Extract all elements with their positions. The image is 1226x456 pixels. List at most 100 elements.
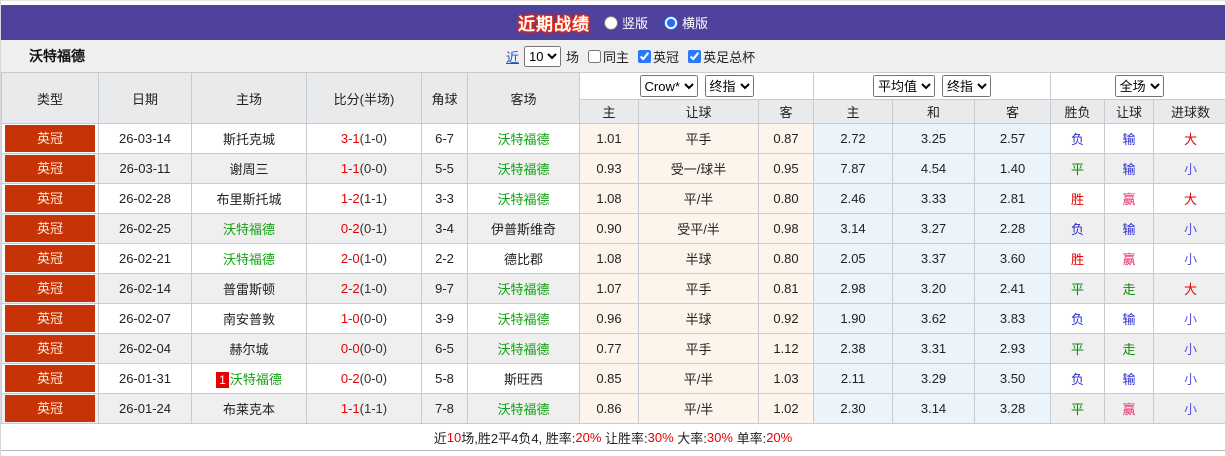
away-team[interactable]: 德比郡 (504, 252, 543, 267)
home-team[interactable]: 沃特福德 (223, 252, 275, 267)
avg-away-odds: 2.57 (974, 123, 1052, 154)
crow-away-odds: 0.95 (757, 153, 815, 184)
away-team[interactable]: 沃特福德 (497, 162, 549, 177)
home-team[interactable]: 沃特福德 (230, 372, 282, 387)
result-handicap-cell: 输 (1104, 153, 1155, 184)
cup-checkbox[interactable] (688, 49, 702, 63)
result-scope-group: 全场 (1050, 72, 1225, 100)
league-badge[interactable]: 英冠 (5, 395, 95, 422)
league-badge[interactable]: 英冠 (5, 215, 95, 242)
avg-away-odds: 3.83 (974, 303, 1052, 334)
header-home: 主场 (191, 72, 307, 124)
league-badge[interactable]: 英冠 (5, 365, 95, 392)
result-wdl-cell: 胜 (1050, 243, 1106, 274)
crow-home-odds: 1.08 (579, 243, 639, 274)
cup-checkbox-label[interactable]: 英足总杯 (682, 47, 755, 66)
header-corners: 角球 (421, 72, 468, 124)
league-cell: 英冠 (1, 303, 99, 334)
league-badge[interactable]: 英冠 (5, 275, 95, 302)
home-team-cell: 斯托克城 (191, 123, 307, 154)
match-score: 0-2(0-1) (306, 213, 422, 244)
table-row: 英冠 26-02-04 赫尔城 0-0(0-0) 6-5 沃特福德 0.77 平… (1, 333, 1225, 364)
home-team[interactable]: 南安普敦 (223, 312, 275, 327)
crow-home-odds: 1.07 (579, 273, 639, 304)
horizontal-radio-icon[interactable] (664, 15, 678, 30)
crow-away-odds: 0.80 (757, 243, 815, 274)
home-team[interactable]: 沃特福德 (223, 222, 275, 237)
match-score: 3-1(1-0) (306, 123, 422, 154)
average-select[interactable]: 平均值 (873, 75, 936, 97)
away-team[interactable]: 斯旺西 (504, 372, 543, 387)
away-team[interactable]: 伊普斯维奇 (491, 222, 556, 237)
league-checkbox-label[interactable]: 英冠 (632, 47, 679, 66)
summary-segment: 让胜率: (601, 430, 648, 446)
avg-home-odds: 2.05 (813, 243, 894, 274)
away-team[interactable]: 沃特福德 (497, 342, 549, 357)
result-handicap-cell: 赢 (1104, 393, 1155, 424)
result-goals-cell: 小 (1153, 393, 1225, 424)
halftime-score: (0-0) (359, 371, 388, 386)
result-wdl: 平 (1071, 282, 1085, 297)
subheader-crow-handicap: 让球 (638, 99, 759, 124)
team-bar: 沃特福德 近 10 场 同主 英冠 英足总杯 (1, 40, 1225, 72)
full-match-select[interactable]: 全场 (1114, 75, 1164, 97)
odds-company-select[interactable]: Crow* (639, 75, 698, 97)
match-date: 26-03-14 (98, 123, 192, 154)
away-team[interactable]: 沃特福德 (497, 402, 549, 417)
away-team[interactable]: 沃特福德 (497, 282, 549, 297)
recent-count-select[interactable]: 10 (524, 45, 562, 67)
away-team-cell: 沃特福德 (467, 183, 580, 214)
home-team[interactable]: 普雷斯顿 (223, 282, 275, 297)
away-team-cell: 沃特福德 (467, 333, 580, 364)
avg-home-odds: 2.30 (813, 393, 894, 424)
avg-home-odds: 7.87 (813, 153, 894, 184)
rank-badge: 1 (216, 372, 229, 388)
summary-segment: 单率: (732, 430, 767, 446)
crow-odds-group: Crow* 终指 (578, 72, 815, 100)
radio-vertical-layout[interactable]: 竖版 (603, 13, 648, 32)
home-team-cell: 普雷斯顿 (191, 273, 307, 304)
away-team-cell: 沃特福德 (467, 303, 580, 334)
radio-horizontal-layout[interactable]: 横版 (664, 13, 708, 32)
home-team[interactable]: 赫尔城 (229, 342, 268, 357)
league-badge[interactable]: 英冠 (5, 335, 95, 362)
avg-home-odds: 2.72 (813, 123, 894, 154)
league-badge[interactable]: 英冠 (5, 305, 95, 332)
league-badge[interactable]: 英冠 (5, 155, 95, 182)
same-home-checkbox[interactable] (588, 49, 602, 63)
home-team-cell: 南安普敦 (191, 303, 307, 334)
league-checkbox[interactable] (638, 49, 652, 63)
summary-segment: 场,胜2平4负4, 胜率: (461, 430, 576, 446)
home-team[interactable]: 谢周三 (229, 162, 268, 177)
league-badge[interactable]: 英冠 (5, 245, 95, 272)
crow-away-odds: 1.02 (757, 393, 815, 424)
vertical-radio-label: 竖版 (621, 16, 648, 31)
result-wdl: 负 (1071, 132, 1085, 147)
away-team[interactable]: 沃特福德 (497, 192, 549, 207)
league-badge[interactable]: 英冠 (5, 185, 95, 212)
league-badge[interactable]: 英冠 (5, 125, 95, 152)
home-team[interactable]: 斯托克城 (223, 132, 275, 147)
same-home-checkbox-label[interactable]: 同主 (582, 47, 629, 66)
recent-results-panel: 近期战绩 竖版 横版 沃特福德 近 10 场 同主 英冠 英足总杯 类型 日期 … (0, 0, 1226, 456)
home-team[interactable]: 布莱克本 (223, 402, 275, 417)
away-team[interactable]: 沃特福德 (497, 312, 549, 327)
near-link[interactable]: 近 (506, 47, 519, 66)
result-wdl-cell: 负 (1050, 303, 1106, 334)
home-team[interactable]: 布里斯托城 (216, 192, 281, 207)
summary-segment: 20% (575, 429, 602, 445)
result-handicap-cell: 输 (1104, 123, 1155, 154)
avg-draw-odds: 4.54 (892, 153, 976, 184)
result-handicap: 走 (1122, 342, 1136, 357)
handicap-line: 平手 (638, 123, 759, 154)
avg-draw-odds: 3.25 (892, 123, 976, 154)
table-row: 英冠 26-02-07 南安普敦 1-0(0-0) 3-9 沃特福德 0.96 … (1, 303, 1225, 334)
final-odds-select-1[interactable]: 终指 (704, 75, 754, 97)
away-team[interactable]: 沃特福德 (497, 132, 549, 147)
handicap-line: 平手 (638, 273, 759, 304)
vertical-radio-icon[interactable] (603, 15, 618, 30)
result-wdl-cell: 平 (1050, 333, 1106, 364)
table-row: 英冠 26-01-24 布莱克本 1-1(1-1) 7-8 沃特福德 0.86 … (1, 393, 1225, 424)
avg-home-odds: 2.11 (813, 363, 894, 394)
final-odds-select-2[interactable]: 终指 (942, 75, 992, 97)
